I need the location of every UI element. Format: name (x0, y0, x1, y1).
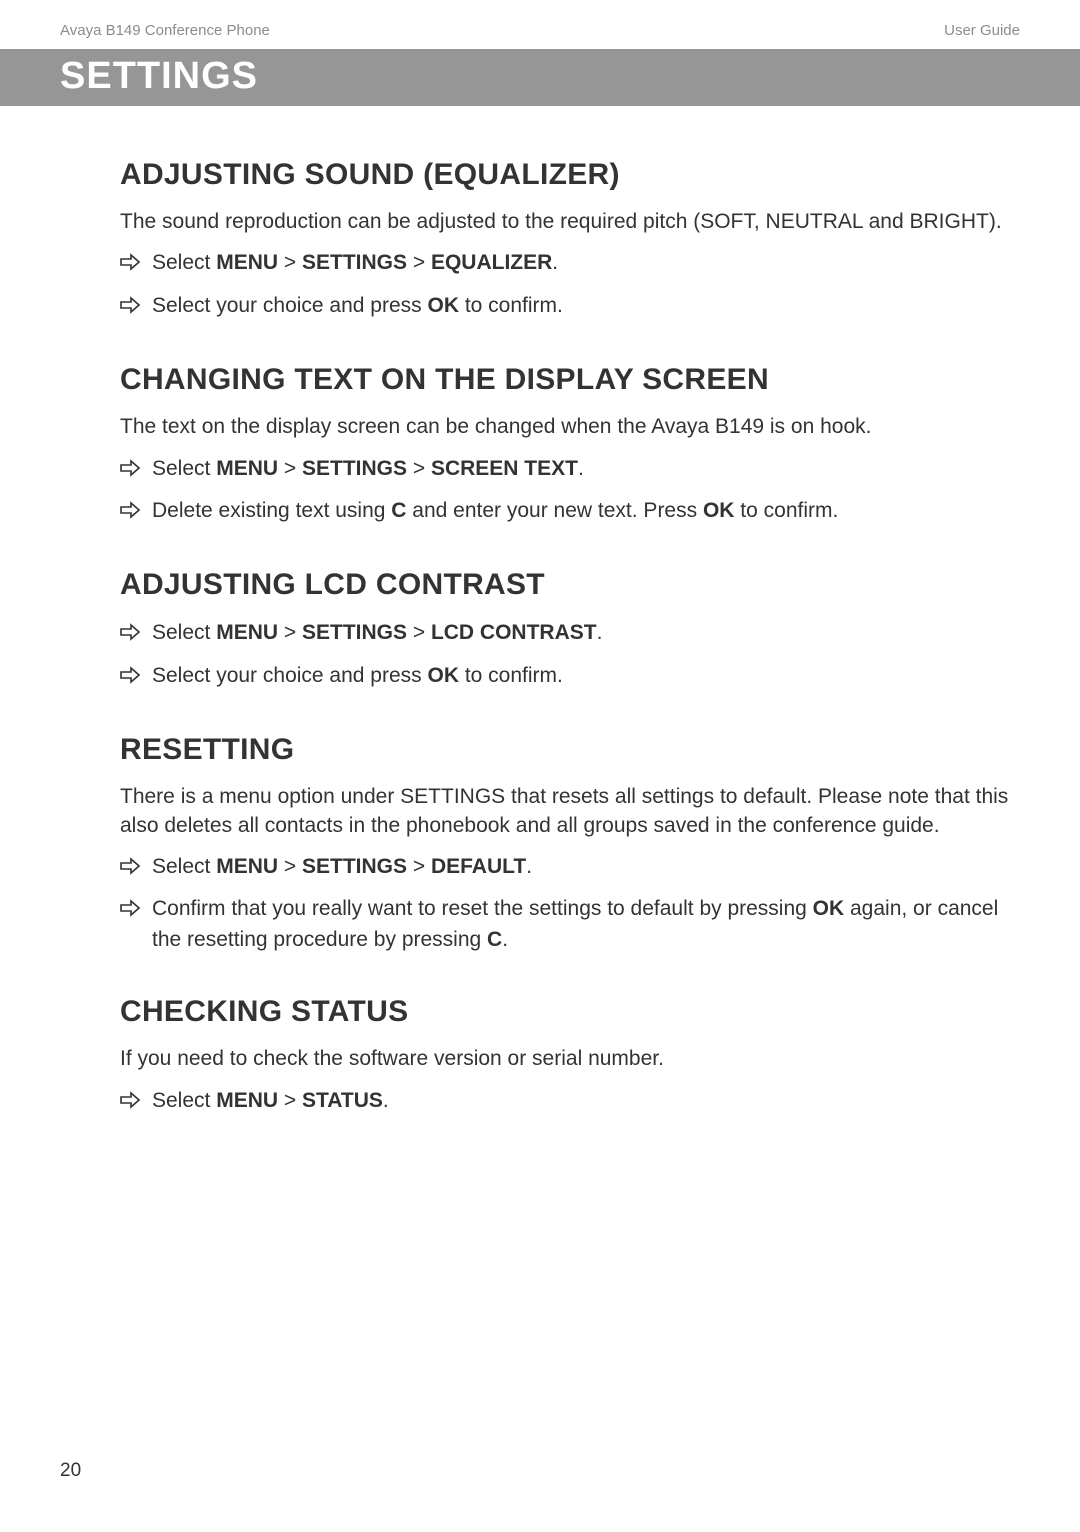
arrow-icon (120, 663, 140, 693)
heading-screentext: CHANGING TEXT ON THE DISPLAY SCREEN (120, 363, 1020, 397)
intro-screentext: The text on the display screen can be ch… (120, 413, 1020, 441)
step-text: Select your choice and press OK to confi… (152, 291, 1020, 321)
step-text: Confirm that you really want to reset th… (152, 894, 1020, 955)
screentext-step-1: Select MENU > SETTINGS > SCREEN TEXT. (120, 454, 1020, 486)
intro-equalizer: The sound reproduction can be adjusted t… (120, 208, 1020, 236)
reset-step-1: Select MENU > SETTINGS > DEFAULT. (120, 852, 1020, 884)
step-text: Select MENU > SETTINGS > SCREEN TEXT. (152, 454, 1020, 484)
step-text: Select MENU > STATUS. (152, 1086, 1020, 1116)
running-header-left: Avaya B149 Conference Phone (60, 22, 270, 39)
step-text: Delete existing text using C and enter y… (152, 496, 1020, 526)
section-lcd: ADJUSTING LCD CONTRAST Select MENU > SET… (120, 568, 1020, 693)
arrow-icon (120, 250, 140, 280)
section-screentext: CHANGING TEXT ON THE DISPLAY SCREEN The … (120, 363, 1020, 528)
status-step-1: Select MENU > STATUS. (120, 1086, 1020, 1118)
section-banner: SETTINGS (0, 49, 1080, 106)
equalizer-step-2: Select your choice and press OK to confi… (120, 291, 1020, 323)
arrow-icon (120, 620, 140, 650)
heading-equalizer: ADJUSTING SOUND (EQUALIZER) (120, 158, 1020, 192)
arrow-icon (120, 896, 140, 926)
arrow-icon (120, 1088, 140, 1118)
document-page: Avaya B149 Conference Phone User Guide S… (0, 0, 1080, 1532)
lcd-step-1: Select MENU > SETTINGS > LCD CONTRAST. (120, 618, 1020, 650)
intro-reset: There is a menu option under SETTINGS th… (120, 783, 1020, 840)
screentext-step-2: Delete existing text using C and enter y… (120, 496, 1020, 528)
arrow-icon (120, 293, 140, 323)
running-header-right: User Guide (944, 22, 1020, 39)
running-header: Avaya B149 Conference Phone User Guide (0, 0, 1080, 49)
heading-lcd: ADJUSTING LCD CONTRAST (120, 568, 1020, 602)
content-area: ADJUSTING SOUND (EQUALIZER) The sound re… (0, 106, 1080, 1118)
step-text: Select MENU > SETTINGS > DEFAULT. (152, 852, 1020, 882)
section-reset: RESETTING There is a menu option under S… (120, 733, 1020, 955)
lcd-step-2: Select your choice and press OK to confi… (120, 661, 1020, 693)
arrow-icon (120, 456, 140, 486)
arrow-icon (120, 498, 140, 528)
arrow-icon (120, 854, 140, 884)
intro-status: If you need to check the software versio… (120, 1045, 1020, 1073)
section-status: CHECKING STATUS If you need to check the… (120, 995, 1020, 1118)
step-text: Select MENU > SETTINGS > EQUALIZER. (152, 248, 1020, 278)
step-text: Select MENU > SETTINGS > LCD CONTRAST. (152, 618, 1020, 648)
page-number: 20 (60, 1460, 81, 1482)
section-equalizer: ADJUSTING SOUND (EQUALIZER) The sound re… (120, 158, 1020, 323)
step-text: Select your choice and press OK to confi… (152, 661, 1020, 691)
reset-step-2: Confirm that you really want to reset th… (120, 894, 1020, 955)
heading-reset: RESETTING (120, 733, 1020, 767)
heading-status: CHECKING STATUS (120, 995, 1020, 1029)
equalizer-step-1: Select MENU > SETTINGS > EQUALIZER. (120, 248, 1020, 280)
